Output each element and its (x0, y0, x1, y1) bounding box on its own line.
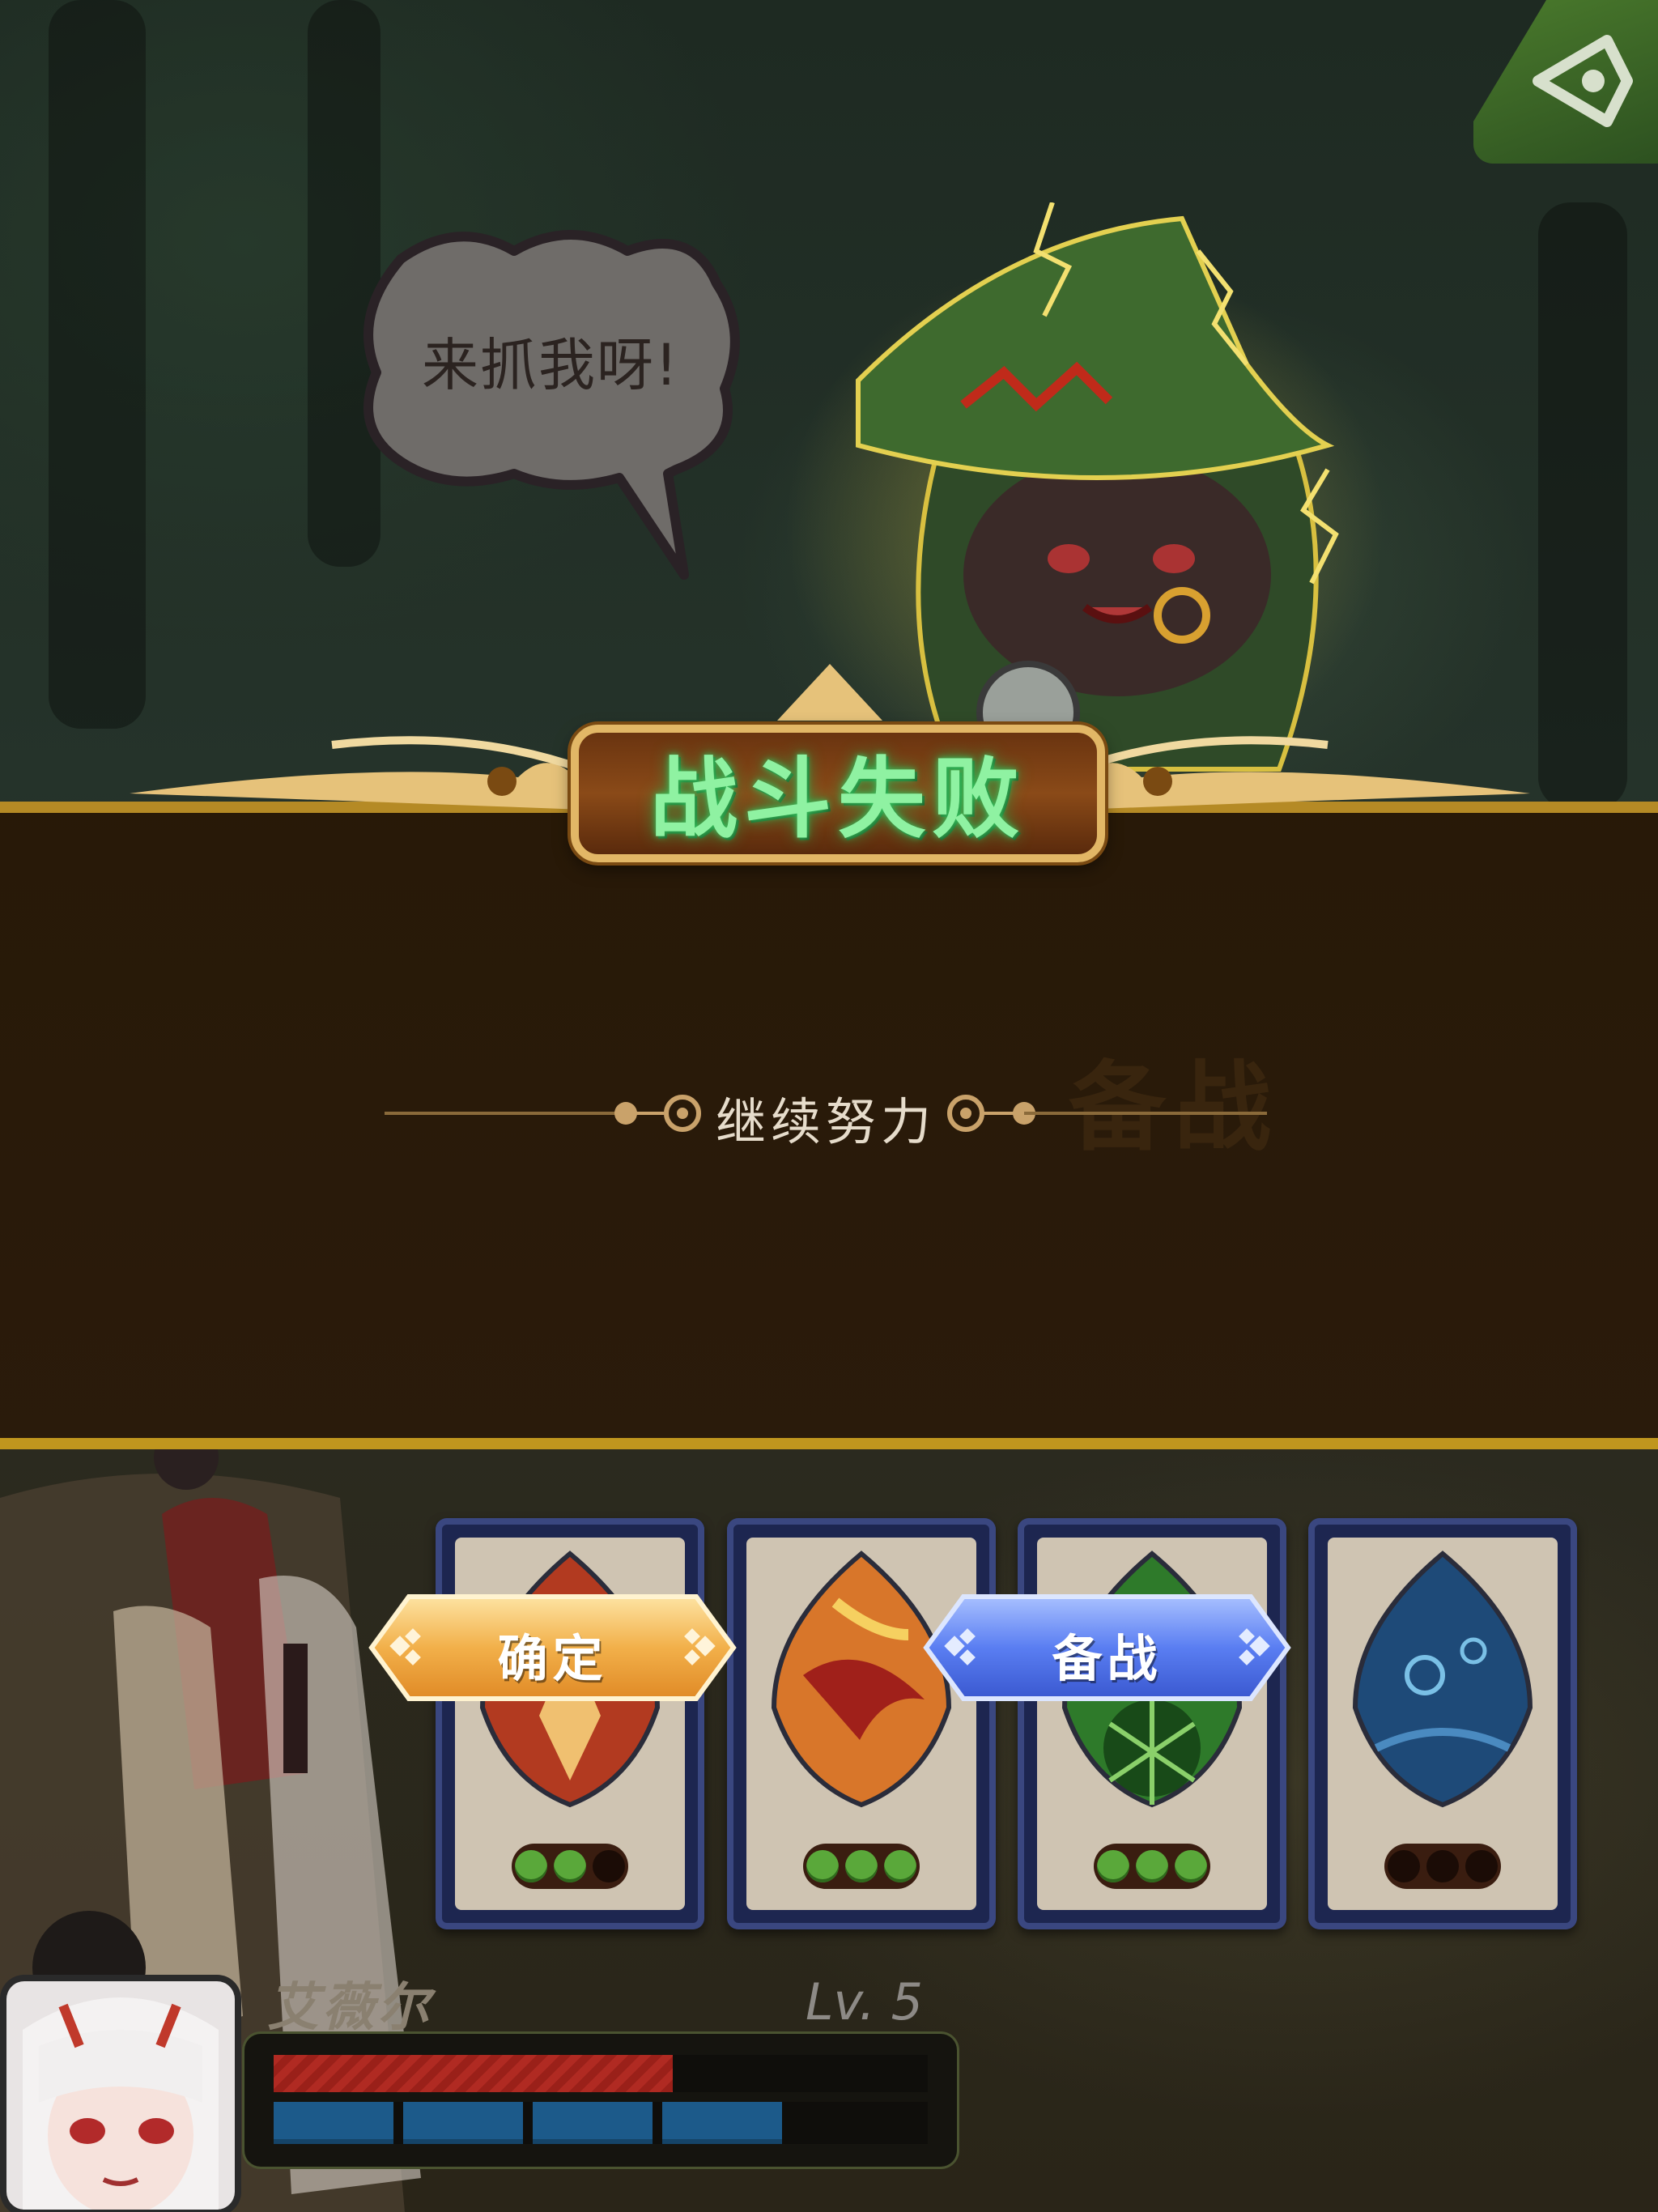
pip-filled (1097, 1850, 1129, 1882)
pip-filled (845, 1850, 878, 1882)
speech-bubble: 来抓我呀! (352, 227, 749, 580)
skill-card-2[interactable] (727, 1518, 996, 1929)
skill-card-1[interactable] (436, 1518, 704, 1929)
hp-bar (274, 2055, 928, 2092)
hero-portrait[interactable] (6, 1981, 235, 2210)
pip-empty (1388, 1850, 1420, 1882)
confirm-button[interactable]: 确定 (368, 1593, 737, 1702)
skill-card-4[interactable] (1308, 1518, 1577, 1929)
tree-trunk (49, 0, 146, 729)
pip-empty (1426, 1850, 1459, 1882)
pip-filled (884, 1850, 916, 1882)
speech-bubble-shape (363, 230, 740, 580)
skill-level-pips (1094, 1844, 1210, 1889)
confirm-button-label: 确定 (497, 1629, 608, 1688)
skill-level-pips (1384, 1844, 1501, 1889)
pip-filled (554, 1850, 586, 1882)
pip-filled (515, 1850, 547, 1882)
tree-trunk (1538, 202, 1627, 810)
energy-bar (274, 2102, 928, 2144)
hero-level: Lv. 5 (806, 1972, 924, 2031)
avatar (6, 1981, 235, 2210)
energy-segment (274, 2102, 393, 2144)
hero-status-bars (244, 2034, 957, 2167)
speech-bubble-text: 来抓我呀! (421, 332, 680, 398)
hero-name: 艾薇尔 (267, 1978, 432, 2038)
water-skill-icon (1352, 1551, 1533, 1808)
pip-filled (806, 1850, 839, 1882)
energy-segment (662, 2102, 782, 2144)
pip-empty (1465, 1850, 1498, 1882)
prepare-button-label: 备战 (1052, 1629, 1163, 1688)
pip-filled (1136, 1850, 1168, 1882)
energy-segment (403, 2102, 523, 2144)
skill-level-pips (512, 1844, 628, 1889)
energy-segment (533, 2102, 653, 2144)
prepare-battle-button[interactable]: 备战 (923, 1593, 1291, 1702)
hide-ui-eye-icon (1533, 35, 1633, 127)
result-subtitle: 继续努力 (715, 1092, 936, 1151)
skill-card-3[interactable] (1018, 1518, 1286, 1929)
pip-empty (593, 1850, 625, 1882)
result-title: 战斗失败 (649, 749, 1026, 850)
hp-bar-fill (274, 2055, 673, 2092)
pip-filled (1175, 1850, 1207, 1882)
skill-level-pips (803, 1844, 920, 1889)
